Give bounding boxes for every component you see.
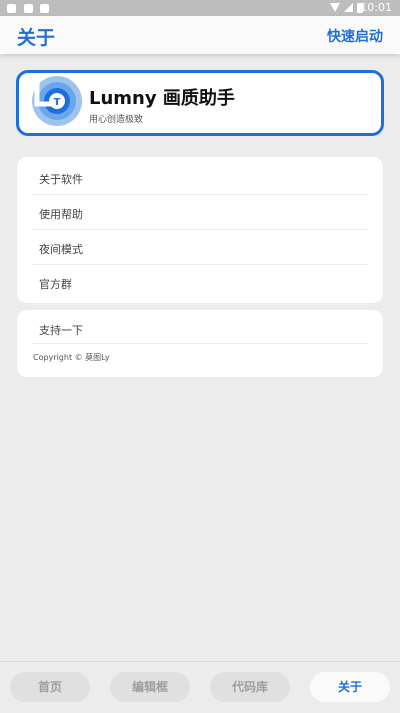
menu-item-official-group[interactable]: 官方群 (39, 276, 72, 292)
app-slogan: 用心创造极致 (89, 115, 144, 125)
menu-item-night-mode[interactable]: 夜间模式 (39, 241, 83, 257)
divider (31, 264, 369, 265)
logo-letter: T (54, 97, 61, 108)
divider (31, 194, 369, 195)
quick-launch-button[interactable]: 快速启动 (327, 26, 383, 46)
tab-editor[interactable]: 编辑框 (110, 672, 190, 702)
tab-home[interactable]: 首页 (10, 672, 90, 702)
support-button[interactable]: 支持一下 (39, 322, 83, 338)
divider (31, 229, 369, 230)
mail-icon (24, 4, 33, 13)
app-info-card: T Lumny 画质助手 用心创造极致 (16, 70, 384, 136)
page-title: 关于 (17, 27, 56, 49)
tab-about[interactable]: 关于 (310, 672, 390, 702)
status-time: 10:01 (360, 1, 392, 14)
copyright-text: Copyright © 莫图Ly (33, 353, 110, 362)
menu-card: 关于软件 使用帮助 夜间模式 官方群 (17, 157, 383, 303)
menu-item-about-software[interactable]: 关于软件 (39, 171, 83, 187)
notification-icon (7, 4, 16, 13)
divider (31, 343, 369, 344)
wifi-icon (330, 3, 340, 12)
app-name: Lumny 画质助手 (89, 88, 235, 109)
app-icon (40, 4, 49, 13)
menu-item-help[interactable]: 使用帮助 (39, 206, 83, 222)
app-logo-icon: T (32, 76, 82, 126)
tab-code-library[interactable]: 代码库 (210, 672, 290, 702)
signal-icon (344, 3, 353, 12)
bottom-nav: 首页 编辑框 代码库 关于 (0, 661, 400, 713)
support-card: 支持一下 Copyright © 莫图Ly (17, 310, 383, 377)
app-bar: 关于 快速启动 (0, 16, 400, 54)
status-bar: 10:01 (0, 0, 400, 16)
